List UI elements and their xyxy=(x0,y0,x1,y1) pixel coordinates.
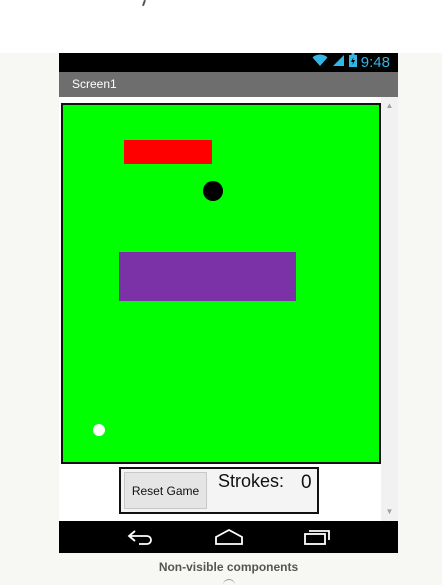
designer-top-area xyxy=(0,0,442,53)
nonvisible-components-label: Non-visible components xyxy=(158,560,299,574)
recents-icon[interactable] xyxy=(297,525,337,549)
status-bar: 9:48 xyxy=(59,53,398,72)
screen-content: Reset Game Strokes: 0 ▲ ▼ xyxy=(59,97,398,521)
vertical-scrollbar[interactable]: ▲ ▼ xyxy=(381,97,398,521)
status-time: 9:48 xyxy=(360,54,390,71)
scroll-up-icon[interactable]: ▲ xyxy=(381,101,398,111)
purple-rectangle-sprite[interactable] xyxy=(119,252,296,301)
strokes-value: 0 xyxy=(301,472,312,493)
black-ball-sprite[interactable] xyxy=(203,181,223,201)
android-nav-bar xyxy=(59,521,398,553)
controls-arrangement: Reset Game Strokes: 0 xyxy=(119,467,319,514)
scroll-down-icon[interactable]: ▼ xyxy=(381,507,398,517)
white-ball-sprite[interactable] xyxy=(93,424,105,436)
phone-preview: 9:48 Screen1 Reset Game Strokes: 0 ▲ ▼ xyxy=(59,53,398,553)
nonvisible-marker xyxy=(223,579,235,585)
screen-titlebar: Screen1 xyxy=(59,72,398,97)
strokes-label: Strokes: xyxy=(218,471,285,491)
signal-icon xyxy=(332,54,345,72)
red-rectangle-sprite[interactable] xyxy=(124,140,212,164)
screen-title: Screen1 xyxy=(72,77,117,91)
reset-game-button[interactable]: Reset Game xyxy=(124,472,207,509)
game-canvas[interactable] xyxy=(61,103,381,464)
home-icon[interactable] xyxy=(209,525,249,549)
battery-icon xyxy=(348,53,357,72)
back-icon[interactable] xyxy=(121,525,161,549)
wifi-icon xyxy=(312,54,328,72)
